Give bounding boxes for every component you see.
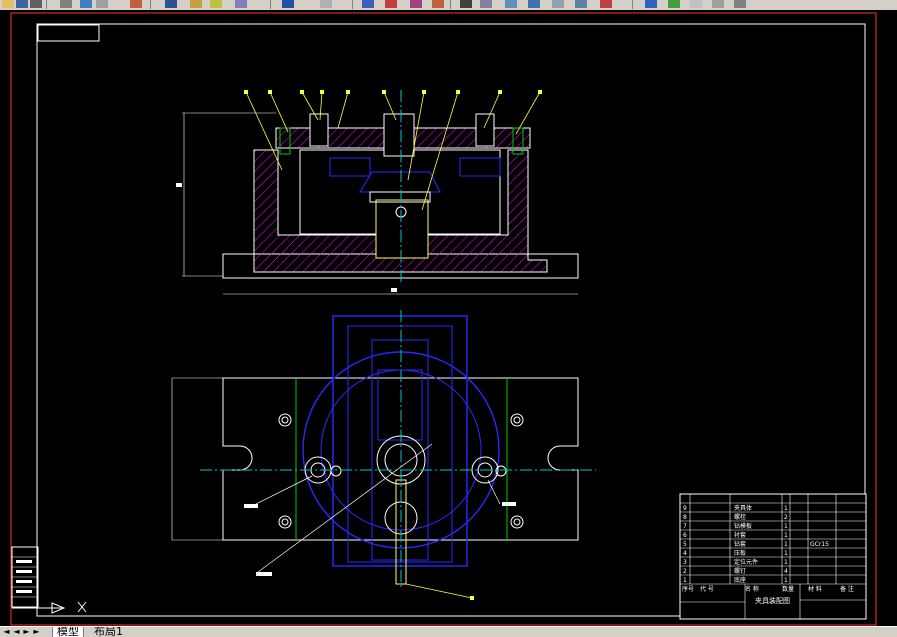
header-qty: 数量 (782, 585, 794, 593)
save-icon[interactable] (16, 0, 28, 8)
match-icon[interactable] (165, 0, 177, 8)
linetype-icon[interactable] (668, 0, 680, 8)
title-block-no-6: 4 (683, 550, 687, 557)
title-block-row-2: 螺栓 (734, 513, 746, 521)
layer-states-icon[interactable] (575, 0, 587, 8)
next-tab-icon[interactable]: ► (22, 627, 31, 636)
first-tab-icon[interactable]: ◄ (2, 627, 11, 636)
copy-icon[interactable] (96, 0, 108, 8)
title-block-row-5: 钻套 (734, 540, 746, 548)
title-block-row-4: 衬套 (734, 531, 746, 539)
header-no: 序号 (682, 585, 694, 593)
prev-tab-icon[interactable]: ◄ (12, 627, 21, 636)
layer-icon[interactable] (528, 0, 540, 8)
title-block-no-2: 8 (683, 514, 687, 521)
extra-icon[interactable] (734, 0, 746, 8)
lineweight-icon[interactable] (690, 0, 702, 8)
title-block-qty-8: 4 (784, 568, 788, 575)
ucs-icon (12, 601, 87, 614)
title-block-row-6: 压板 (734, 549, 746, 557)
color-icon[interactable] (645, 0, 657, 8)
print-icon[interactable] (30, 0, 42, 8)
code-box (37, 24, 100, 42)
header-name: 名 称 (745, 585, 759, 593)
open-icon[interactable] (2, 0, 14, 8)
title-block-row-7: 定位元件 (734, 558, 758, 566)
tool-palette-icon[interactable] (432, 0, 444, 8)
title-block-no-7: 3 (683, 559, 687, 566)
title-block-row-9: 底座 (734, 576, 746, 584)
layout-tabs: ◄ ◄ ► ► 模型 布局1 (0, 626, 897, 637)
title-block-no-4: 6 (683, 532, 687, 539)
title-block-material: GCr15 (810, 541, 829, 548)
plot-style-icon[interactable] (712, 0, 724, 8)
drawing-title: 夹具装配图 (755, 596, 790, 605)
title-block-qty-1: 1 (784, 505, 788, 512)
title-block-qty-6: 1 (784, 550, 788, 557)
properties-icon[interactable] (385, 0, 397, 8)
title-block-row-1: 夹具体 (734, 504, 752, 512)
sheet-set-icon[interactable] (460, 0, 472, 8)
header-code: 代 号 (700, 585, 714, 593)
undo-icon[interactable] (190, 0, 202, 8)
header-notes: 备 注 (840, 585, 854, 593)
title-block-no-9: 1 (683, 577, 687, 584)
title-block-no-1: 9 (683, 505, 687, 512)
design-center-icon[interactable] (410, 0, 422, 8)
pan-icon[interactable] (235, 0, 247, 8)
title-block-no-3: 7 (683, 523, 687, 530)
title-block-row-8: 螺钉 (734, 567, 746, 575)
drawing-canvas[interactable]: 夹具体 螺栓 钻模板 衬套 钻套 压板 定位元件 螺钉 底座 1 2 1 1 1… (0, 10, 897, 626)
top-view (171, 310, 596, 600)
layer-prev-icon[interactable] (552, 0, 564, 8)
title-block-qty-7: 1 (784, 559, 788, 566)
title-block-no-8: 2 (683, 568, 687, 575)
markup-icon[interactable] (480, 0, 492, 8)
preview-icon[interactable] (60, 0, 72, 8)
title-block-qty-9: 1 (784, 577, 788, 584)
close-icon[interactable] (600, 0, 612, 8)
title-block-qty-5: 1 (784, 541, 788, 548)
zoom-previous-icon[interactable] (362, 0, 374, 8)
title-block-qty-2: 2 (784, 514, 788, 521)
title-block: 夹具体 螺栓 钻模板 衬套 钻套 压板 定位元件 螺钉 底座 1 2 1 1 1… (679, 493, 867, 620)
title-block-qty-4: 1 (784, 532, 788, 539)
title-block-qty-3: 1 (784, 523, 788, 530)
header-material: 材 料 (808, 585, 822, 593)
redo-icon[interactable] (210, 0, 222, 8)
title-block-no-5: 5 (683, 541, 687, 548)
title-block-row-3: 钻模板 (734, 522, 752, 530)
front-section-view (176, 90, 579, 295)
revision-table (11, 546, 39, 608)
zoom-icon[interactable] (282, 0, 294, 8)
last-tab-icon[interactable]: ► (32, 627, 41, 636)
calc-icon[interactable] (505, 0, 517, 8)
cut-icon[interactable] (80, 0, 92, 8)
paste-icon[interactable] (130, 0, 142, 8)
zoom-window-icon[interactable] (320, 0, 332, 8)
